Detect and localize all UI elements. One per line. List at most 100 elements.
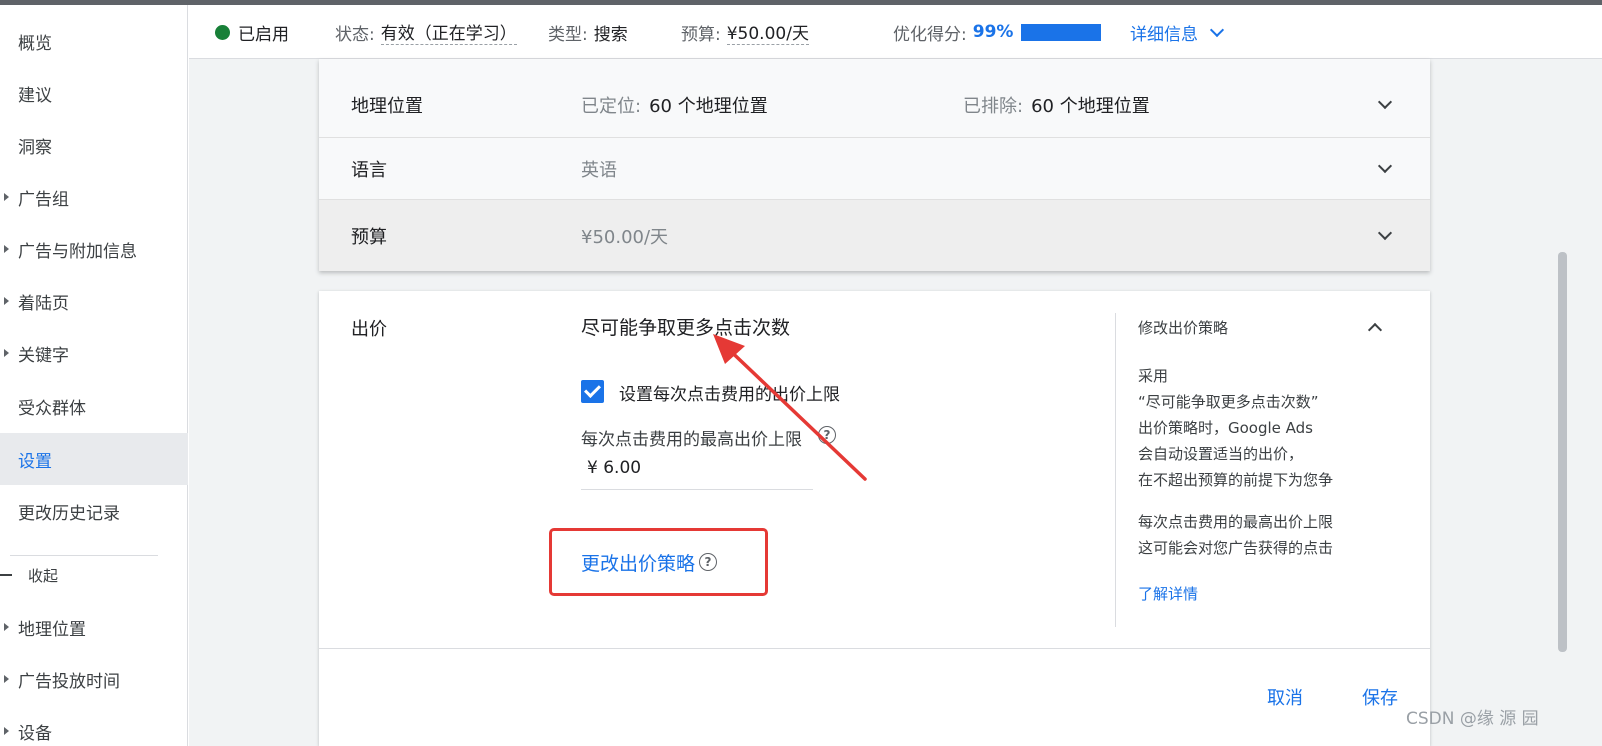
language-title: 语言 [351, 159, 387, 181]
location-row[interactable]: 地理位置 已定位: 60 个地理位置 已排除: 60 个地理位置 [319, 73, 1430, 137]
optimization-progress-bar [1021, 23, 1102, 41]
sidebar-item-settings[interactable]: 设置 [0, 433, 188, 485]
sidebar-item-insights[interactable]: 洞察 [0, 119, 188, 171]
help-line: 在不超出预算的前提下为您争 [1138, 471, 1334, 489]
sidebar-item-recommendations[interactable]: 建议 [0, 67, 188, 119]
footer-divider [319, 648, 1430, 649]
budget-value: ¥50.00/天 [581, 226, 669, 248]
budget-field[interactable]: 预算: ¥50.00/天 [681, 5, 809, 59]
targeted-key: 已定位: [581, 96, 642, 117]
bid-strategy-help-panel: 修改出价策略 采用 “尽可能争取更多点击次数” 出价策略时，Google Ads… [1115, 313, 1415, 627]
sidebar-item-landing-pages[interactable]: 着陆页 [0, 275, 188, 327]
optimization-score: 优化得分: 99% [893, 5, 1102, 59]
status-field: 状态: 有效（正在学习） [335, 5, 517, 59]
sidebar-item-label: 设备 [18, 723, 52, 744]
location-targeted: 已定位: 60 个地理位置 [581, 92, 768, 118]
sidebar-item-label: 更改历史记录 [18, 503, 120, 524]
bidding-card: 出价 尽可能争取更多点击次数 设置每次点击费用的出价上限 每次点击费用的最高出价… [319, 291, 1430, 746]
sidebar: 概览 建议 洞察 广告组 广告与附加信息 着陆页 关键字 受众群体 设置 更改历… [0, 5, 188, 746]
budget-row[interactable]: 预算 ¥50.00/天 [319, 200, 1430, 271]
settings-rows-card: 地理位置 已定位: 60 个地理位置 已排除: 60 个地理位置 语言 英语 预算 … [319, 59, 1430, 271]
status-dot-icon [215, 24, 230, 40]
sidebar-item-ad-schedule[interactable]: 广告投放时间 [0, 653, 188, 705]
budget-title: 预算 [351, 226, 387, 248]
sidebar-item-ad-groups[interactable]: 广告组 [0, 171, 188, 223]
caret-right-icon [4, 349, 9, 357]
language-value: 英语 [581, 159, 617, 181]
annotation-arrow-icon [713, 334, 867, 481]
sidebar-item-change-history[interactable]: 更改历史记录 [0, 485, 188, 537]
type-key: 类型: [548, 24, 588, 45]
minus-icon [0, 574, 12, 576]
scrollbar[interactable] [1558, 252, 1567, 652]
save-button[interactable]: 保存 [1362, 684, 1398, 710]
cancel-button[interactable]: 取消 [1267, 684, 1303, 710]
help-paragraph-2: 每次点击费用的最高出价上限 这可能会对您广告获得的点击 [1138, 509, 1333, 561]
excluded-key: 已排除: [963, 96, 1024, 117]
opt-value: 99% [972, 22, 1014, 42]
chevron-down-icon[interactable] [1377, 225, 1393, 240]
help-icon[interactable]: ? [699, 553, 717, 571]
help-panel-title: 修改出价策略 [1138, 319, 1229, 337]
sidebar-item-label: 收起 [28, 566, 59, 585]
location-title: 地理位置 [351, 96, 423, 117]
sidebar-item-label: 广告投放时间 [18, 671, 120, 692]
caret-right-icon [4, 623, 9, 631]
type-value: 搜索 [593, 24, 628, 45]
excluded-value: 60 个地理位置 [1031, 96, 1150, 117]
chevron-down-icon[interactable] [1377, 158, 1393, 173]
sidebar-item-audiences[interactable]: 受众群体 [0, 380, 188, 432]
type-field: 类型: 搜索 [548, 5, 628, 59]
help-line: “尽可能争取更多点击次数” [1138, 393, 1319, 411]
watermark: CSDN @缘 源 园 [1406, 709, 1539, 729]
sidebar-item-label: 概览 [18, 33, 52, 54]
sidebar-item-label: 广告与附加信息 [18, 241, 137, 262]
sidebar-item-label: 关键字 [18, 345, 69, 366]
sidebar-item-locations[interactable]: 地理位置 [0, 601, 188, 653]
help-line: 会自动设置适当的出价， [1138, 445, 1304, 463]
location-excluded: 已排除: 60 个地理位置 [963, 92, 1150, 118]
enabled-label: 已启用 [238, 24, 289, 45]
sidebar-item-label: 建议 [18, 85, 52, 106]
caret-right-icon [4, 297, 9, 305]
sidebar-item-ads-extensions[interactable]: 广告与附加信息 [0, 223, 188, 275]
caret-right-icon [4, 245, 9, 253]
sidebar-item-label: 洞察 [18, 137, 52, 158]
campaign-status-bar: 已启用 状态: 有效（正在学习） 类型: 搜索 预算: ¥50.00/天 优化得… [189, 5, 1602, 59]
sidebar-item-devices[interactable]: 设备 [0, 705, 188, 746]
bidding-title: 出价 [351, 319, 387, 340]
opt-key: 优化得分: [893, 24, 967, 45]
details-link[interactable]: 详细信息 [1130, 5, 1225, 59]
help-line: 采用 [1138, 367, 1169, 385]
help-line: 这可能会对您广告获得的点击 [1138, 539, 1334, 557]
learn-more-link[interactable]: 了解详情 [1138, 583, 1198, 604]
enabled-status[interactable]: 已启用 [215, 5, 289, 59]
targeted-value: 60 个地理位置 [649, 96, 768, 117]
sidebar-item-label: 地理位置 [18, 619, 86, 640]
sidebar-item-label: 设置 [18, 451, 52, 472]
sidebar-item-label: 着陆页 [18, 293, 69, 314]
status-key: 状态: [335, 24, 375, 45]
sidebar-item-overview[interactable]: 概览 [0, 15, 188, 67]
sidebar-collapse[interactable]: 收起 [0, 549, 188, 601]
caret-right-icon [4, 727, 9, 735]
chevron-up-icon[interactable] [1367, 322, 1383, 338]
budget-value: ¥50.00/天 [726, 19, 809, 45]
help-line: 出价策略时，Google Ads [1138, 419, 1313, 437]
caret-right-icon [4, 675, 9, 683]
budget-key: 预算: [681, 24, 721, 45]
progress-fill [1022, 24, 1100, 40]
help-line: 每次点击费用的最高出价上限 [1138, 513, 1334, 531]
sidebar-item-label: 受众群体 [18, 398, 86, 419]
sidebar-item-keywords[interactable]: 关键字 [0, 327, 188, 379]
help-paragraph-1: 采用 “尽可能争取更多点击次数” 出价策略时，Google Ads 会自动设置适… [1138, 363, 1333, 493]
sidebar-item-label: 广告组 [18, 189, 69, 210]
language-row[interactable]: 语言 英语 [319, 138, 1430, 199]
chevron-down-icon [1209, 22, 1225, 37]
change-bid-strategy-link[interactable]: 更改出价策略 [581, 549, 695, 576]
details-label: 详细信息 [1130, 24, 1198, 45]
max-cpc-checkbox[interactable] [581, 380, 604, 403]
status-value: 有效（正在学习） [380, 19, 517, 45]
caret-right-icon [4, 193, 9, 201]
chevron-down-icon[interactable] [1377, 94, 1393, 110]
